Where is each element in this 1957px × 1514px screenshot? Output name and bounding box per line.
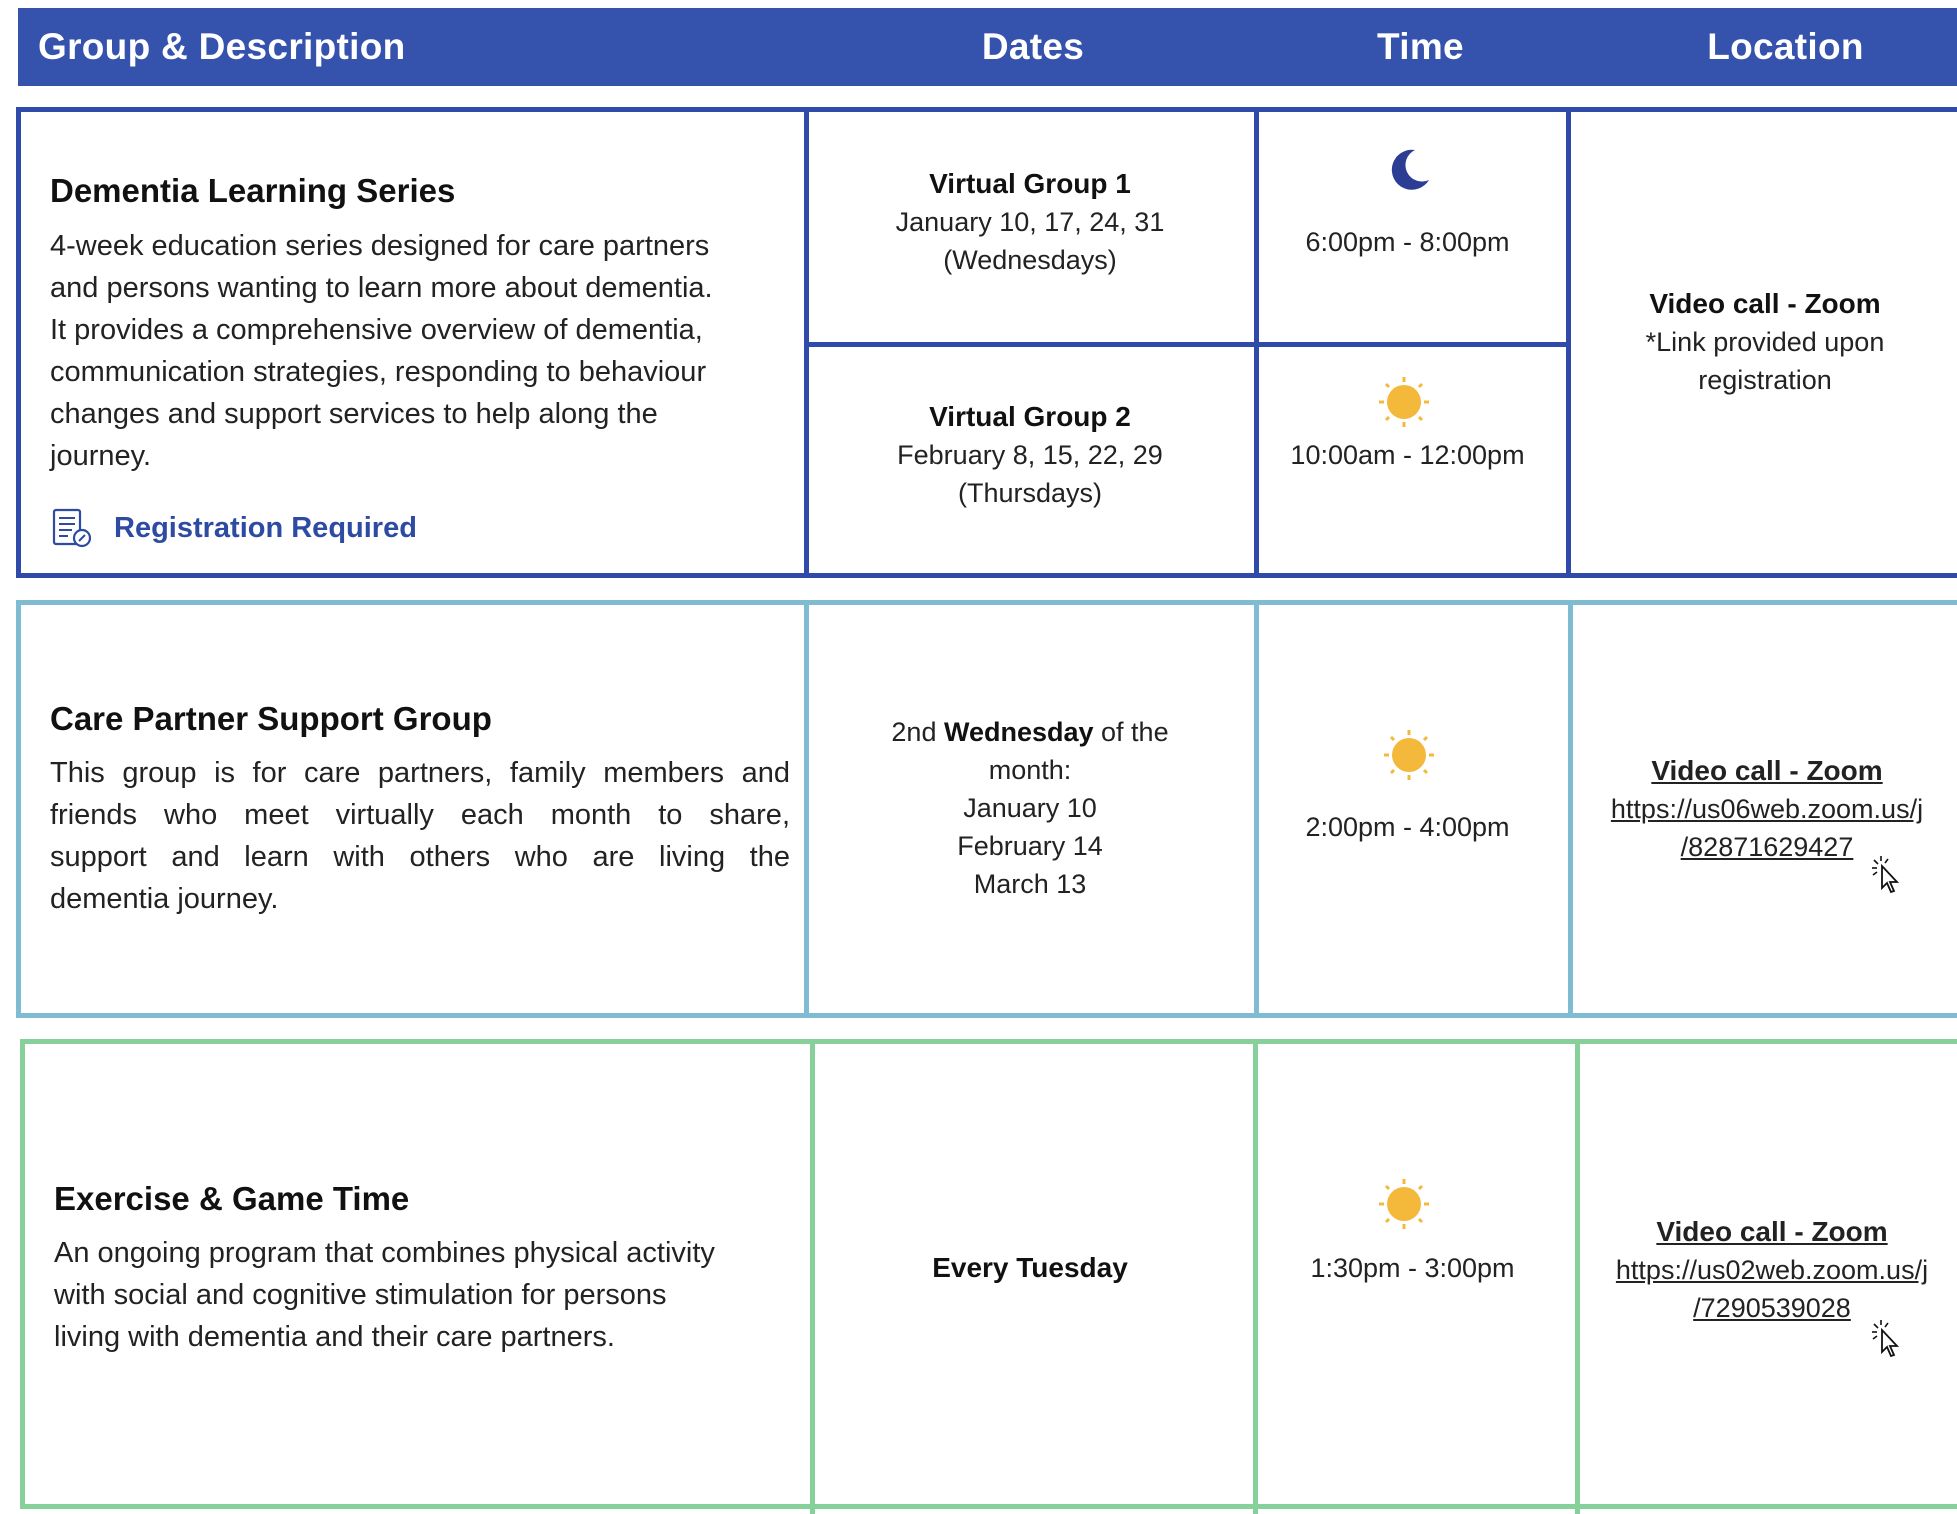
exercise-zoom-title[interactable]: Video call - Zoom: [1577, 1213, 1957, 1251]
exercise-zoom-link[interactable]: https://us02web.zoom.us/j /7290539028: [1577, 1251, 1957, 1327]
care-partner-location: Video call - Zoom https://us06web.zoom.u…: [1572, 752, 1957, 866]
exercise-time: 1:30pm - 3:00pm: [1310, 1253, 1515, 1283]
header-location: Location: [1707, 26, 1864, 67]
click-cursor-icon: [1868, 854, 1904, 894]
sun-icon: [1377, 375, 1431, 429]
dementia-location: Video call - Zoom *Link provided upon re…: [1645, 288, 1885, 395]
header-group-description: Group & Description: [38, 26, 406, 67]
virtual-group-2-dates: Virtual Group 2 February 8, 15, 22, 29 (…: [897, 401, 1163, 508]
virtual-group-1-dates: Virtual Group 1 January 10, 17, 24, 31 (…: [895, 168, 1165, 275]
virtual-group-2-time: 10:00am - 12:00pm: [1290, 440, 1525, 470]
click-cursor-icon: [1868, 1318, 1904, 1358]
header-dates: Dates: [981, 26, 1085, 67]
care-partner-description: This group is for care partners, family …: [50, 757, 790, 915]
registration-required-label: Registration Required: [114, 511, 417, 544]
virtual-group-1-time: 6:00pm - 8:00pm: [1305, 227, 1510, 257]
registration-required[interactable]: Registration Required: [50, 505, 417, 551]
exercise-dates: Every Tuesday: [932, 1252, 1128, 1283]
sun-icon: [1382, 728, 1436, 782]
dementia-title: Dementia Learning Series: [50, 172, 456, 209]
header-time: Time: [1377, 26, 1464, 67]
table-header: Group & Description Dates Time Location: [18, 8, 1957, 86]
exercise-location: Video call - Zoom https://us02web.zoom.u…: [1577, 1213, 1957, 1327]
exercise-description: An ongoing program that combines physica…: [54, 1237, 715, 1353]
registration-form-icon: [50, 506, 94, 550]
care-partner-dates: 2nd Wednesday of the month: January 10 F…: [891, 717, 1169, 899]
exercise-title: Exercise & Game Time: [54, 1180, 410, 1217]
care-partner-title: Care Partner Support Group: [50, 700, 492, 737]
care-partner-zoom-title[interactable]: Video call - Zoom: [1572, 752, 1957, 790]
moon-icon: [1385, 144, 1435, 194]
care-partner-time: 2:00pm - 4:00pm: [1305, 812, 1510, 842]
dementia-description: 4-week education series designed for car…: [50, 230, 713, 472]
sun-icon: [1377, 1177, 1431, 1231]
